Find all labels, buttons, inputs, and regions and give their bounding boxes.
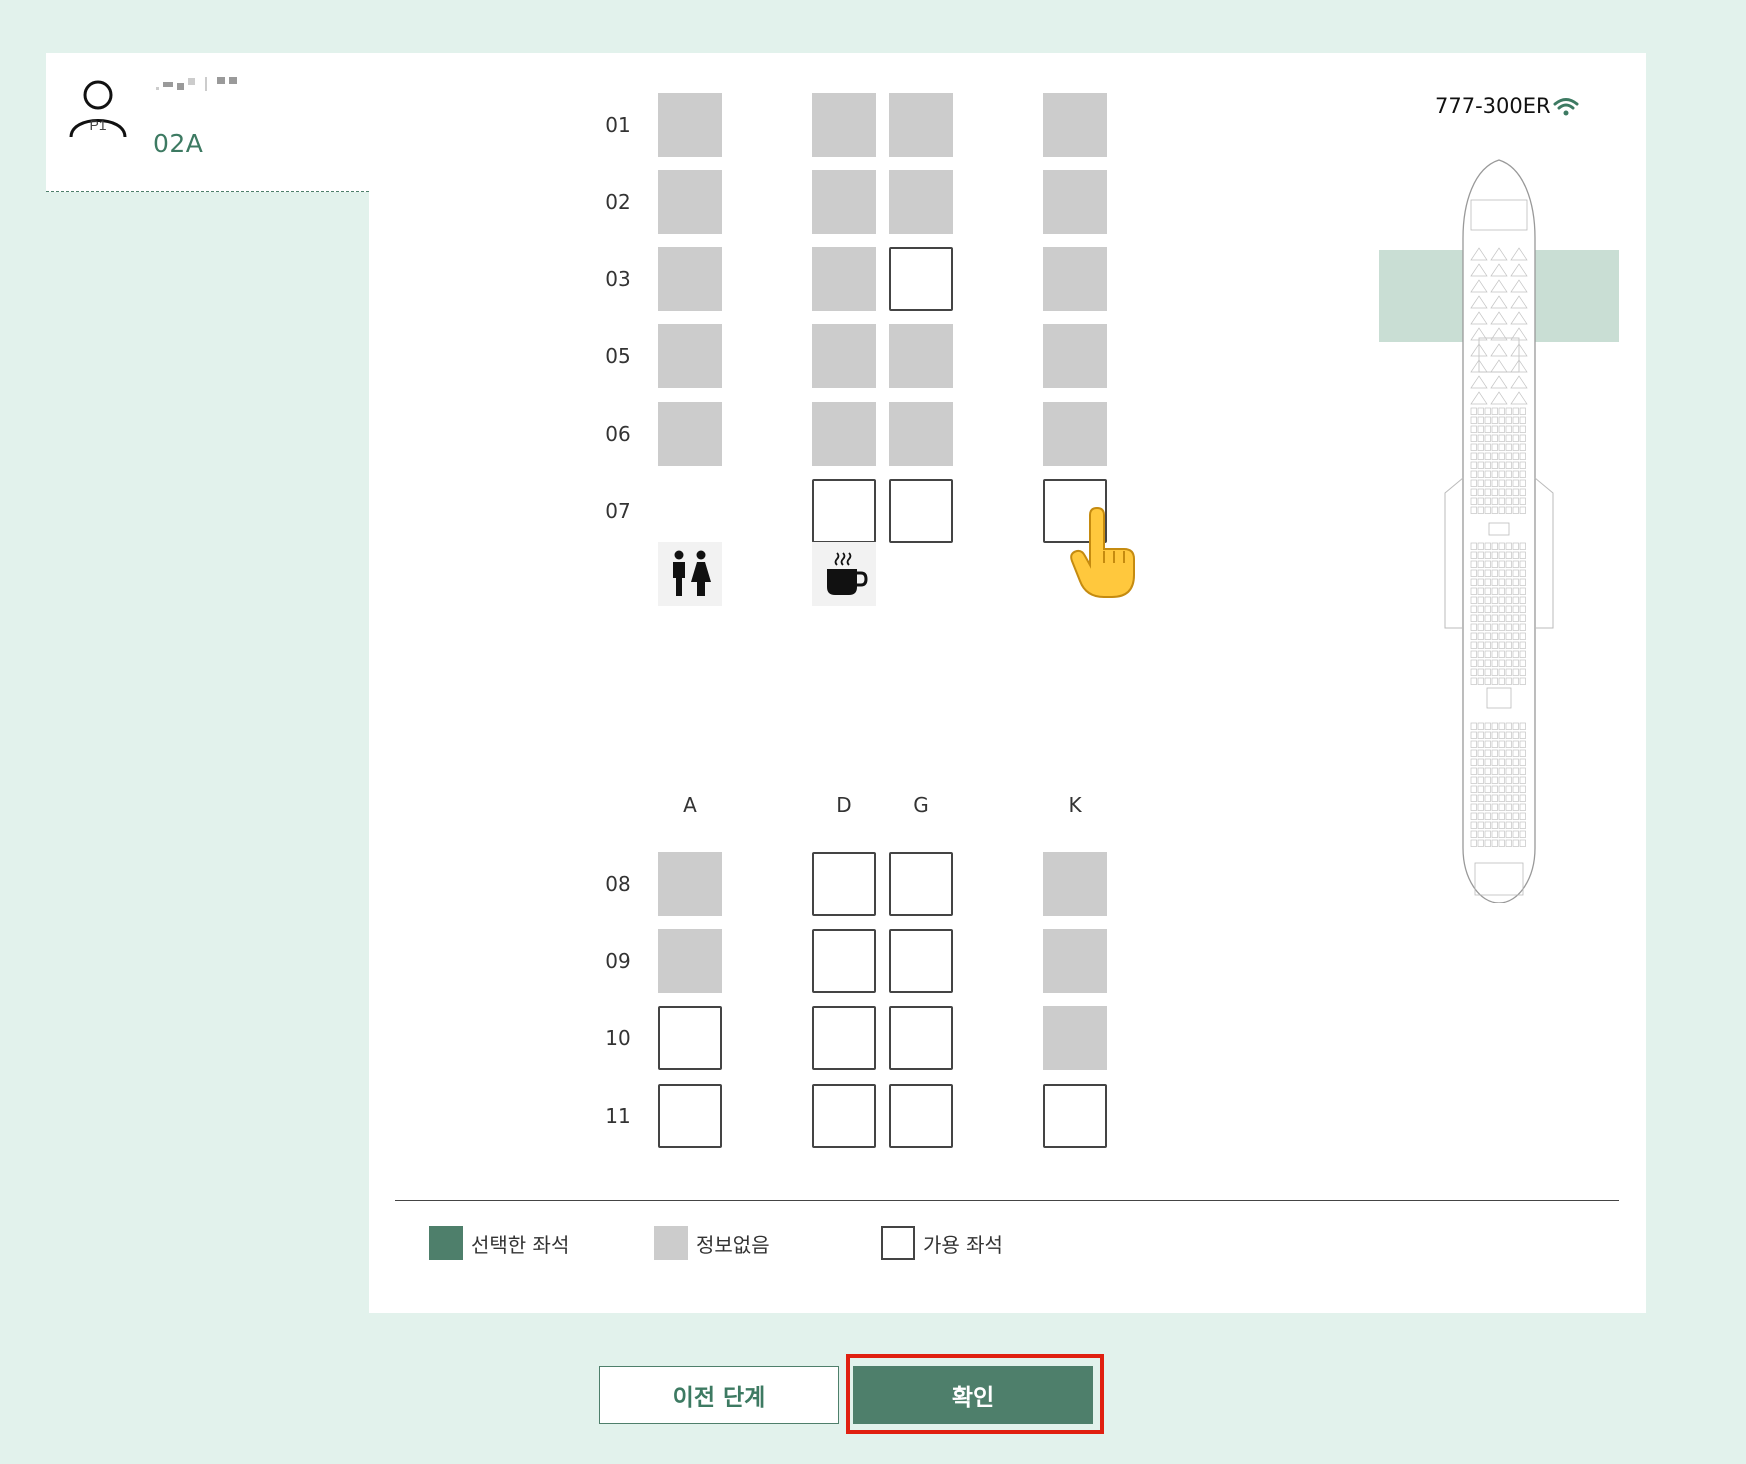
seat-09A (658, 929, 722, 993)
row-label: 07 (605, 499, 631, 523)
seat-02G (889, 170, 953, 234)
seat-09D[interactable] (812, 929, 876, 993)
seat-02D (812, 170, 876, 234)
legend-unavailable-swatch (654, 1226, 688, 1260)
column-label-D: D (836, 793, 852, 817)
seat-07G[interactable] (889, 479, 953, 543)
seat-09K (1043, 929, 1107, 993)
row-label: 06 (605, 422, 631, 446)
seat-05D (812, 324, 876, 388)
seat-05G (889, 324, 953, 388)
legend-unavailable: 정보없음 (654, 1226, 770, 1260)
seat-02K (1043, 170, 1107, 234)
aircraft-type-label: 777-300ER (1435, 94, 1551, 118)
seat-11G[interactable] (889, 1084, 953, 1148)
row-label: 05 (605, 344, 631, 368)
row-label: 03 (605, 267, 631, 291)
passenger-avatar-icon: P1 (69, 80, 127, 138)
passenger-tag: P1 (89, 117, 106, 133)
seat-06A (658, 402, 722, 466)
row-label: 02 (605, 190, 631, 214)
seat-08K (1043, 852, 1107, 916)
galley-coffee-icon (812, 542, 876, 606)
legend-available: 가용 좌석 (881, 1226, 1003, 1260)
seat-09G[interactable] (889, 929, 953, 993)
seat-08A (658, 852, 722, 916)
seat-10A[interactable] (658, 1006, 722, 1070)
legend-selected-swatch (429, 1226, 463, 1260)
legend-available-swatch (881, 1226, 915, 1260)
seat-11D[interactable] (812, 1084, 876, 1148)
row-label: 08 (605, 872, 631, 896)
seat-06G (889, 402, 953, 466)
seat-11A[interactable] (658, 1084, 722, 1148)
seat-10K (1043, 1006, 1107, 1070)
column-label-A: A (683, 793, 697, 817)
previous-step-button[interactable]: 이전 단계 (599, 1366, 839, 1424)
legend-divider (395, 1200, 1619, 1201)
seat-10D[interactable] (812, 1006, 876, 1070)
passenger-seat-number: 02A (153, 129, 204, 158)
seat-03G[interactable] (889, 247, 953, 311)
seat-10G[interactable] (889, 1006, 953, 1070)
seat-08D[interactable] (812, 852, 876, 916)
confirm-button[interactable]: 확인 (853, 1366, 1093, 1424)
legend-unavailable-label: 정보없음 (696, 1232, 770, 1257)
seat-01A (658, 93, 722, 157)
legend-selected: 선택한 좌석 (429, 1226, 569, 1260)
seat-01D (812, 93, 876, 157)
passenger-name-masked (156, 76, 237, 91)
row-label: 10 (605, 1026, 631, 1050)
seat-01K (1043, 93, 1107, 157)
seat-03A (658, 247, 722, 311)
row-label: 01 (605, 113, 631, 137)
restroom-icon (658, 542, 722, 606)
seat-05A (658, 324, 722, 388)
seat-map-panel: 01 02 03 05 06 07 08 09 10 11 A D G K 777-300ER 선택한 좌… (369, 53, 1646, 1313)
seat-11K[interactable] (1043, 1084, 1107, 1148)
passenger-card[interactable]: P1 02A (46, 53, 369, 192)
aircraft-overview-map[interactable] (1379, 158, 1619, 903)
row-label: 11 (605, 1104, 631, 1128)
seat-02A (658, 170, 722, 234)
seat-07D[interactable] (812, 479, 876, 543)
legend-selected-label: 선택한 좌석 (471, 1232, 570, 1257)
seat-08G[interactable] (889, 852, 953, 916)
seat-03D (812, 247, 876, 311)
seat-06D (812, 402, 876, 466)
row-label: 09 (605, 949, 631, 973)
aircraft-type: 777-300ER (1435, 94, 1579, 118)
legend-available-label: 가용 좌석 (923, 1232, 1003, 1257)
seat-03K (1043, 247, 1107, 311)
column-label-K: K (1068, 793, 1082, 817)
column-label-G: G (913, 793, 929, 817)
seat-05K (1043, 324, 1107, 388)
seat-01G (889, 93, 953, 157)
wifi-icon (1553, 98, 1579, 116)
pointer-hand-icon (1070, 507, 1135, 598)
seat-06K (1043, 402, 1107, 466)
